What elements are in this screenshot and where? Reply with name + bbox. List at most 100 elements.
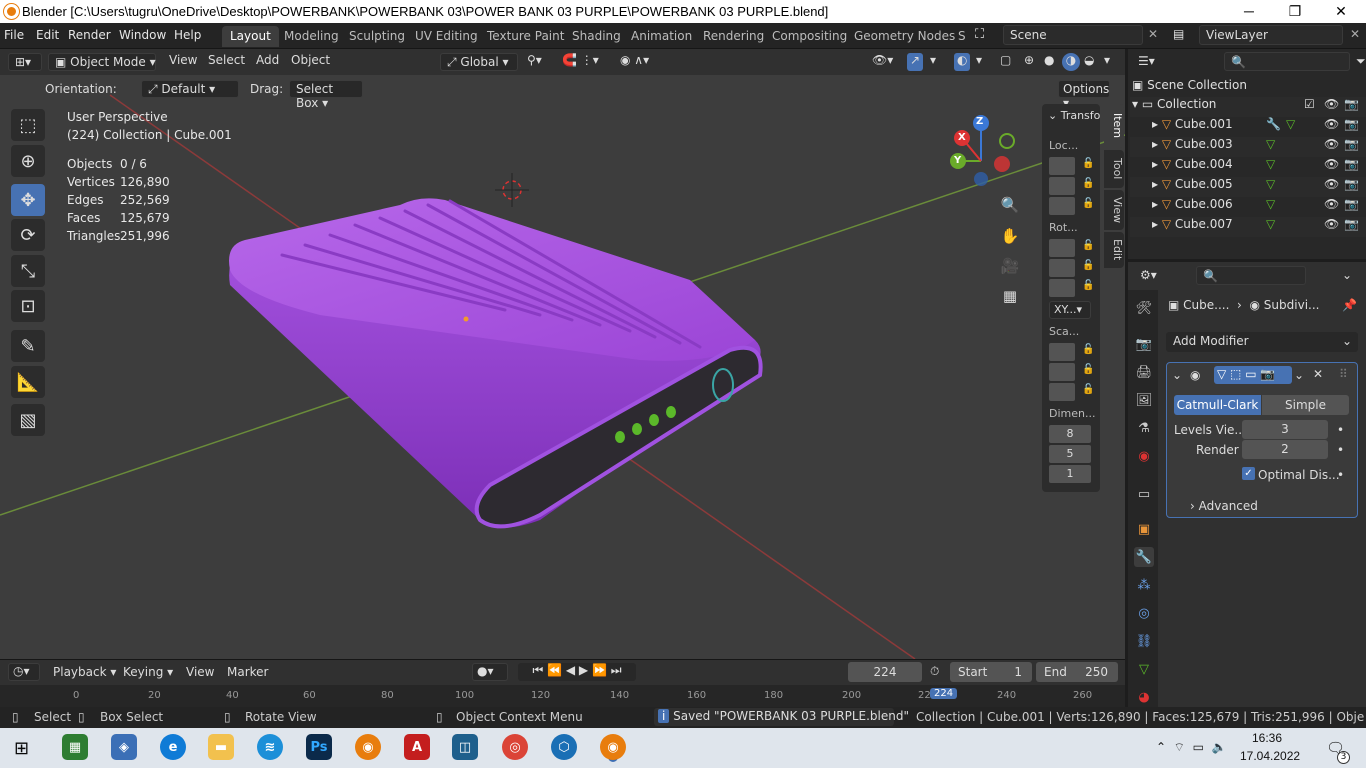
blender-active-icon[interactable]: ◉ (600, 734, 626, 760)
tab-rendering[interactable]: Rendering (695, 26, 772, 47)
edge-browser-icon[interactable]: e (160, 734, 186, 760)
keyframe-dot-icon[interactable]: • (1337, 443, 1344, 457)
camera-icon[interactable]: 📷 (1344, 97, 1359, 111)
select-menu[interactable]: Select (208, 53, 245, 71)
add-cube-tool-button[interactable]: ▧ (11, 404, 45, 436)
tab-uv-editing[interactable]: UV Editing (407, 26, 486, 47)
tab-texture-paint[interactable]: Texture Paint (479, 26, 572, 47)
playhead-frame[interactable]: 224 (930, 688, 958, 699)
physics-icon[interactable]: ◎ (1134, 603, 1154, 623)
app-icon[interactable]: ⬡ (551, 734, 577, 760)
pivot-icon[interactable]: ⚲▾ (527, 53, 542, 71)
location-x-field[interactable] (1049, 157, 1075, 175)
add-modifier-dropdown[interactable]: Add Modifier ⌄ (1166, 332, 1358, 352)
overlays-dropdown-icon[interactable]: ▾ (976, 53, 982, 71)
outliner-scene-collection[interactable]: ▣ Scene Collection (1130, 78, 1366, 98)
transform-tool-button[interactable]: ⊡ (11, 290, 45, 322)
tab-edit[interactable]: Edit (1104, 232, 1124, 268)
playback-controls[interactable]: ⏮ ⏪ ◀ ▶ ⏩ ⏭ (518, 663, 636, 681)
timeline-view-menu[interactable]: View (186, 665, 214, 679)
rotation-y-field[interactable] (1049, 259, 1075, 277)
auto-keying-button[interactable]: ●▾ (472, 663, 508, 681)
app-icon[interactable]: ≋ (257, 734, 283, 760)
object-menu[interactable]: Object (291, 53, 330, 71)
tab-item[interactable]: Item (1104, 104, 1124, 148)
calculator-icon[interactable]: ▦ (62, 734, 88, 760)
tab-geometry-nodes[interactable]: Geometry Nodes (846, 26, 963, 47)
keying-menu[interactable]: Keying ▾ (123, 665, 173, 679)
rotation-mode-dropdown[interactable]: XY...▾ (1049, 301, 1091, 319)
constraints-icon[interactable]: ⛓ (1134, 631, 1154, 651)
eye-icon[interactable]: 👁 (1324, 97, 1339, 111)
playback-menu[interactable]: Playback ▾ (53, 665, 116, 679)
object-icon[interactable]: ▣ (1134, 519, 1154, 539)
properties-options-icon[interactable]: ⌄ (1342, 268, 1352, 282)
view-layer-close-icon[interactable]: ✕ (1350, 27, 1360, 41)
dimension-z-field[interactable]: 1 (1049, 465, 1091, 483)
menu-render[interactable]: Render (68, 28, 111, 42)
system-tray-icons[interactable]: ⌃ ⌔ ▭ 🔈 (1156, 740, 1227, 755)
visibility-icon[interactable]: 👁▾ (872, 53, 893, 71)
catmull-clark-button[interactable]: Catmull-Clark (1174, 395, 1261, 415)
pin-icon[interactable]: 📌 (1342, 298, 1357, 312)
shading-dropdown-icon[interactable]: ▾ (1104, 53, 1110, 71)
tab-sculpting[interactable]: Sculpting (341, 26, 413, 47)
camera-icon[interactable]: 📷 (1344, 157, 1359, 171)
rotation-z-field[interactable] (1049, 279, 1075, 297)
lock-icon[interactable]: 🔓 (1082, 280, 1094, 291)
windows-start-icon[interactable]: ⊞ (14, 738, 29, 759)
rotate-tool-button[interactable]: ⟳ (11, 219, 45, 251)
drag-dropdown[interactable]: Select Box ▾ (289, 80, 363, 110)
app-icon[interactable]: ◈ (111, 734, 137, 760)
outliner-object[interactable]: ▸ ▽ Cube.003 ▽ 👁 📷 (1130, 137, 1366, 157)
lock-icon[interactable]: 🔓 (1082, 178, 1094, 189)
scale-x-field[interactable] (1049, 343, 1075, 361)
scene-selector-icon[interactable]: ⛶ (975, 27, 984, 42)
add-menu[interactable]: Add (256, 53, 279, 71)
options-dropdown[interactable]: Options ▾ (1058, 80, 1110, 110)
ortho-grid-icon[interactable]: ▦ (996, 282, 1024, 310)
advanced-section[interactable]: › Advanced (1190, 499, 1258, 513)
render-icon[interactable]: 📷 (1134, 334, 1154, 354)
tab-shading[interactable]: Shading (564, 26, 629, 47)
view-layer-field[interactable]: ViewLayer (1199, 25, 1343, 45)
select-tool-button[interactable]: ⬚ (11, 109, 45, 141)
outliner-object[interactable]: ▸ ▽ Cube.007 ▽ 👁 📷 (1130, 217, 1366, 237)
camera-icon[interactable]: 📷 (1344, 217, 1359, 231)
lock-icon[interactable]: 🔓 (1082, 260, 1094, 271)
lock-icon[interactable]: 🔓 (1082, 240, 1094, 251)
camera-icon[interactable]: 📷 (1344, 117, 1359, 131)
current-frame-field[interactable]: 224 (848, 662, 922, 682)
lock-icon[interactable]: 🔓 (1082, 158, 1094, 169)
tab-layout[interactable]: Layout (222, 26, 279, 47)
marker-menu[interactable]: Marker (227, 665, 268, 679)
mode-selector[interactable]: ▣ Object Mode ▾ (48, 53, 156, 71)
material-shading-icon[interactable]: ◑ (1062, 53, 1080, 71)
xray-icon[interactable]: ▢ (1000, 53, 1011, 71)
properties-search-input[interactable]: 🔍 (1196, 266, 1306, 285)
outliner-collection[interactable]: ▾ ▭ Collection ☑ 👁 📷 (1130, 97, 1366, 117)
camera-icon[interactable]: 📷 (1344, 197, 1359, 211)
levels-viewport-field[interactable]: 3 (1242, 420, 1328, 439)
simple-button[interactable]: Simple (1262, 395, 1349, 415)
gizmo-toggle-icon[interactable]: ↗ (907, 53, 924, 71)
rotation-x-field[interactable] (1049, 239, 1075, 257)
modifier-wrench-icon[interactable]: 🔧 (1134, 547, 1154, 567)
tab-modeling[interactable]: Modeling (276, 26, 347, 47)
photoshop-icon[interactable]: Ps (306, 734, 332, 760)
view-layer-icon[interactable]: 🖼 (1134, 390, 1154, 410)
camera-icon[interactable]: 📷 (1344, 137, 1359, 151)
end-frame-field[interactable]: End 250 (1036, 662, 1118, 682)
outliner-editor-icon[interactable]: ☰▾ (1138, 54, 1155, 68)
eye-icon[interactable]: 👁 (1324, 137, 1339, 151)
scene-close-icon[interactable]: ✕ (1148, 27, 1158, 41)
eye-icon[interactable]: 👁 (1324, 157, 1339, 171)
tab-tool[interactable]: Tool (1104, 150, 1124, 188)
maximize-button[interactable]: ❐ (1272, 0, 1318, 23)
tab-scripting[interactable]: S (950, 26, 974, 47)
taskbar-date[interactable]: 17.04.2022 (1240, 749, 1300, 763)
outliner-search-input[interactable]: 🔍 (1224, 52, 1350, 71)
file-explorer-icon[interactable]: ▬ (208, 734, 234, 760)
location-y-field[interactable] (1049, 177, 1075, 195)
dimension-x-field[interactable]: 8 (1049, 425, 1091, 443)
